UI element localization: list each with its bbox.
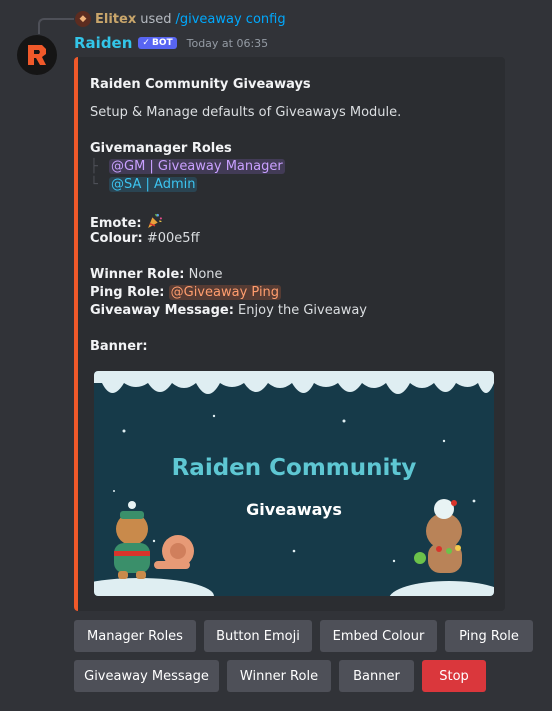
bot-name[interactable]: Raiden — [74, 34, 132, 52]
embed-colour-button[interactable]: Embed Colour — [320, 620, 437, 652]
manager-role-item: ├ @GM | Giveaway Manager — [90, 158, 491, 176]
embed-description: Setup & Manage defaults of Giveaways Mod… — [90, 104, 491, 356]
winner-role-label: Winner Role: — [90, 267, 185, 282]
reply-used-text: used — [140, 11, 172, 27]
bot-tag-label: BOT — [151, 38, 173, 48]
button-row-2: Giveaway Message Winner Role Banner Stop — [74, 660, 486, 692]
colour-label: Colour: — [90, 231, 143, 246]
giveaway-message-button[interactable]: Giveaway Message — [74, 660, 219, 692]
giveaway-message-label: Giveaway Message: — [90, 303, 234, 318]
message-header: Raiden ✓ BOT Today at 06:35 — [74, 34, 268, 52]
manager-role-item: └ @SA | Admin — [90, 176, 491, 194]
raiden-logo-icon — [28, 45, 46, 65]
tree-branch-icon: ├ — [90, 159, 98, 174]
description-text: Setup & Manage defaults of Giveaways Mod… — [90, 105, 402, 120]
winner-role-row: Winner Role: None — [90, 266, 491, 284]
winner-role-button[interactable]: Winner Role — [227, 660, 331, 692]
embed-title: Raiden Community Giveaways — [90, 77, 311, 92]
button-emoji-button[interactable]: Button Emoji — [204, 620, 312, 652]
colour-row: Colour: #00e5ff — [90, 230, 491, 248]
reply-username[interactable]: Elitex — [95, 12, 136, 27]
banner-title: Raiden Community — [171, 455, 417, 481]
reply-command[interactable]: /giveaway config — [175, 12, 285, 27]
bot-avatar[interactable] — [17, 35, 57, 75]
banner-button[interactable]: Banner — [339, 660, 414, 692]
role-mention-sa[interactable]: @SA | Admin — [109, 177, 198, 192]
banner-subtitle: Giveaways — [246, 500, 342, 519]
ping-role-row: Ping Role: @Giveaway Ping — [90, 284, 491, 302]
ping-role-button[interactable]: Ping Role — [445, 620, 533, 652]
giveaway-message-row: Giveaway Message: Enjoy the Giveaway — [90, 302, 491, 320]
ping-role-label: Ping Role: — [90, 285, 165, 300]
manager-roles-heading: Givemanager Roles — [90, 141, 232, 156]
check-icon: ✓ — [142, 38, 150, 48]
giveaway-embed: Raiden Community Giveaways Setup & Manag… — [74, 57, 505, 611]
reply-context: ◆ Elitex used /giveaway config — [75, 11, 286, 27]
ping-role-mention[interactable]: @Giveaway Ping — [168, 285, 282, 300]
giveaway-message-value: Enjoy the Giveaway — [238, 303, 367, 318]
user-avatar-icon[interactable]: ◆ — [75, 11, 91, 27]
banner-artwork — [94, 371, 494, 596]
reply-connector — [38, 18, 74, 34]
winner-role-value: None — [188, 267, 223, 282]
stop-button[interactable]: Stop — [422, 660, 486, 692]
emote-label: Emote: — [90, 216, 142, 231]
manager-roles-button[interactable]: Manager Roles — [74, 620, 196, 652]
banner-image[interactable]: Raiden Community Giveaways — [94, 371, 494, 596]
button-row-1: Manager Roles Button Emoji Embed Colour … — [74, 620, 533, 652]
colour-value: #00e5ff — [146, 231, 200, 246]
banner-label: Banner: — [90, 339, 148, 354]
emote-row: Emote: — [90, 212, 491, 231]
tree-end-icon: └ — [90, 177, 98, 192]
message-timestamp: Today at 06:35 — [186, 36, 269, 50]
bot-tag: ✓ BOT — [138, 37, 177, 49]
role-mention-gm[interactable]: @GM | Giveaway Manager — [109, 159, 285, 174]
